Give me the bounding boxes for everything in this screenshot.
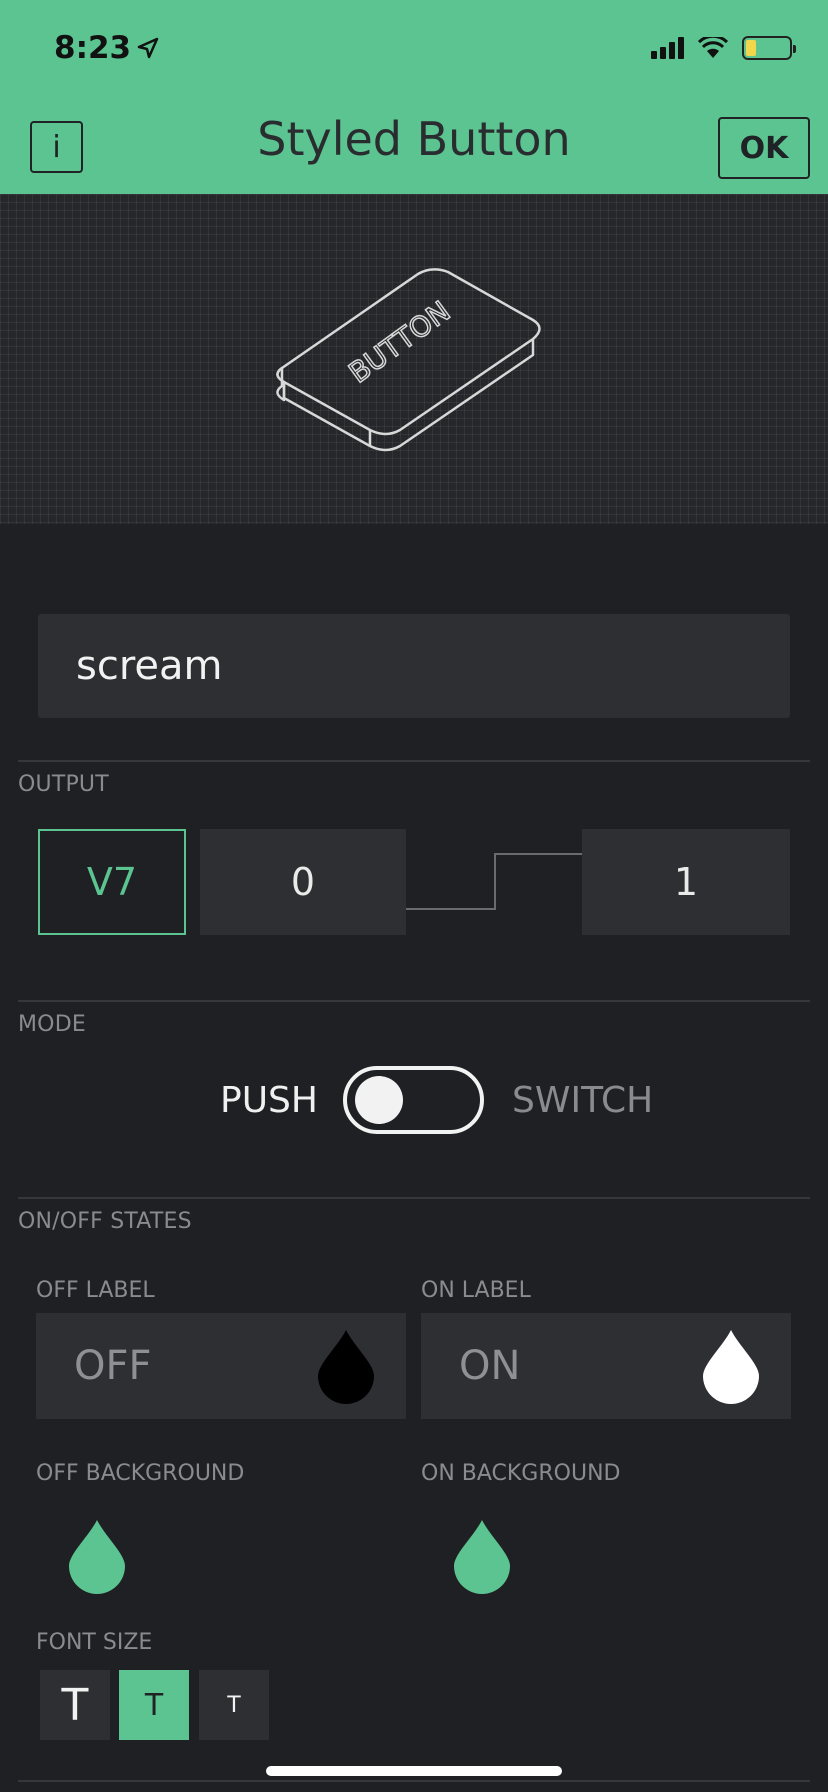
divider bbox=[18, 1780, 810, 1782]
off-background-color-drop-icon[interactable] bbox=[67, 1518, 127, 1594]
push-mode-label[interactable]: PUSH bbox=[220, 1080, 318, 1121]
font-size-medium-glyph: T bbox=[144, 1687, 164, 1723]
divider bbox=[18, 1000, 810, 1002]
divider bbox=[18, 760, 810, 762]
font-size-large-glyph: T bbox=[61, 1679, 89, 1731]
font-size-large-button[interactable]: T bbox=[40, 1670, 110, 1740]
off-label-color-drop-icon[interactable] bbox=[316, 1328, 376, 1404]
pin-value: V7 bbox=[86, 860, 138, 904]
ok-button-label: OK bbox=[739, 130, 789, 166]
widget-preview: BUTTON bbox=[0, 194, 828, 524]
off-background-title: OFF BACKGROUND bbox=[36, 1461, 245, 1486]
status-time: 8:23 bbox=[54, 30, 159, 66]
header: 8:23 i Styled Button OK bbox=[0, 0, 828, 194]
low-value: 0 bbox=[290, 860, 316, 904]
on-background-title: ON BACKGROUND bbox=[421, 1461, 621, 1486]
on-background-color-drop-icon[interactable] bbox=[452, 1518, 512, 1594]
output-section-label: OUTPUT bbox=[18, 772, 109, 797]
output-range-line bbox=[406, 853, 582, 910]
font-size-small-glyph: T bbox=[227, 1692, 241, 1718]
status-time-text: 8:23 bbox=[54, 30, 132, 66]
preview-button-text: BUTTON bbox=[343, 295, 457, 390]
mode-section-label: MODE bbox=[18, 1012, 86, 1037]
mode-toggle-row: PUSH SWITCH bbox=[0, 1066, 828, 1136]
widget-name-value: scream bbox=[76, 643, 223, 689]
location-arrow-icon bbox=[137, 37, 159, 59]
page-title: Styled Button bbox=[257, 112, 571, 166]
status-icons bbox=[651, 36, 796, 60]
battery-icon bbox=[742, 36, 796, 60]
styled-button-settings-screen: 8:23 i Styled Button OK BUTTON scream OU… bbox=[0, 0, 828, 1792]
font-size-label: FONT SIZE bbox=[36, 1630, 153, 1655]
home-indicator[interactable] bbox=[266, 1766, 562, 1776]
toggle-knob bbox=[355, 1076, 403, 1124]
high-value-input[interactable]: 1 bbox=[582, 829, 790, 935]
font-size-medium-button[interactable]: T bbox=[119, 1670, 189, 1740]
widget-name-input[interactable]: scream bbox=[38, 614, 790, 718]
off-label-title: OFF LABEL bbox=[36, 1278, 155, 1303]
on-label-color-drop-icon[interactable] bbox=[701, 1328, 761, 1404]
high-value: 1 bbox=[673, 860, 699, 904]
on-label-title: ON LABEL bbox=[421, 1278, 531, 1303]
wifi-icon bbox=[698, 37, 728, 58]
pin-selector[interactable]: V7 bbox=[38, 829, 186, 935]
ok-button[interactable]: OK bbox=[718, 117, 810, 179]
low-value-input[interactable]: 0 bbox=[200, 829, 406, 935]
cellular-signal-icon bbox=[651, 37, 684, 59]
on-label-value: ON bbox=[459, 1343, 521, 1389]
switch-mode-label[interactable]: SWITCH bbox=[512, 1080, 653, 1121]
font-size-small-button[interactable]: T bbox=[199, 1670, 269, 1740]
divider bbox=[18, 1197, 810, 1199]
mode-toggle-switch[interactable] bbox=[343, 1066, 484, 1134]
button-illustration: BUTTON bbox=[276, 268, 541, 452]
states-section-label: ON/OFF STATES bbox=[18, 1209, 192, 1234]
off-label-value: OFF bbox=[74, 1343, 152, 1389]
